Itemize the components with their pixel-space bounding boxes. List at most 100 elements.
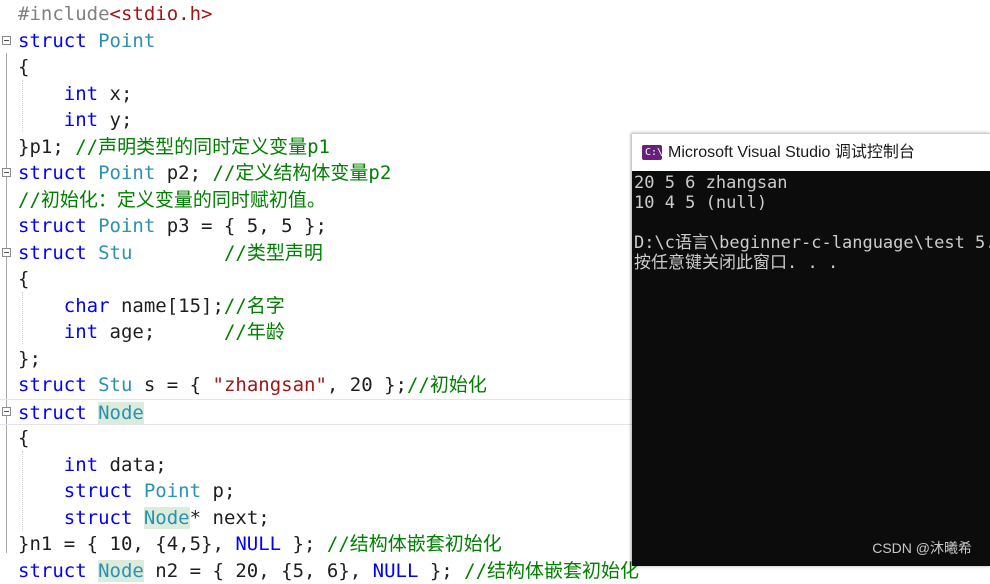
code-line[interactable]: #include<stdio.h> [0,1,990,28]
code-token: p; [201,480,235,502]
code-text: struct Point p3 = { 5, 5 }; [18,213,327,240]
code-text: int data; [18,452,167,479]
code-token: struct [18,162,87,184]
code-text: { [18,54,29,81]
code-text: }n1 = { 10, {4,5}, NULL }; //结构体嵌套初始化 [18,531,502,558]
code-token: //初始化：定义变量的同时赋初值。 [18,189,326,211]
code-token: struct [64,507,133,529]
code-text: }p1; //声明类型的同时定义变量p1 [18,134,330,161]
code-token: y; [98,109,132,131]
code-token: struct [18,374,87,396]
code-text: struct Point [18,28,155,55]
visual-studio-console-icon: C:\ [642,145,662,160]
code-token: Point [98,162,155,184]
code-token: }; [418,560,464,582]
code-text: int x; [18,81,132,108]
code-token [132,242,224,264]
code-token: //年龄 [224,321,285,343]
code-token: n2 = { 20, {5, 6}, [144,560,373,582]
code-token: struct [18,402,87,424]
code-token: Node [98,402,144,424]
code-token [18,109,64,131]
code-token: Point [144,480,201,502]
code-token: }; [18,348,41,370]
code-token: <stdio.h> [110,3,213,25]
code-text: { [18,425,29,452]
code-token [87,30,98,52]
code-text: struct Node [18,400,144,427]
code-line[interactable]: struct Point [0,28,990,55]
console-title: Microsoft Visual Studio 调试控制台 [668,134,915,172]
code-token [18,321,64,343]
code-text: int age; //年龄 [18,319,285,346]
code-token: //类型声明 [224,242,323,264]
code-text: struct Point p; [18,478,235,505]
code-token: struct [64,480,133,502]
code-text: struct Node n2 = { 20, {5, 6}, NULL }; /… [18,558,639,584]
code-token: Stu [98,242,132,264]
code-token: data; [98,454,167,476]
code-line[interactable]: int x; [0,81,990,108]
code-token: int [64,321,98,343]
code-token: //结构体嵌套初始化 [464,560,639,582]
code-token: //结构体嵌套初始化 [327,533,502,555]
code-token [87,242,98,264]
code-text: struct Stu //类型声明 [18,240,323,267]
code-token: { [18,268,29,290]
code-token: }p1; [18,136,75,158]
code-token [18,295,64,317]
watermark-text: CSDN @沐曦希 [872,538,972,558]
code-token: Point [98,215,155,237]
debug-console-window[interactable]: C:\ Microsoft Visual Studio 调试控制台 20 5 6… [632,133,990,566]
code-token: Stu [98,374,132,396]
code-text: #include<stdio.h> [18,1,212,28]
console-line: 10 4 5 (null) [634,193,767,213]
code-token: s = { [132,374,212,396]
code-token [87,215,98,237]
code-text: }; [18,346,41,373]
code-token [87,162,98,184]
code-token [18,480,64,502]
console-titlebar[interactable]: C:\ Microsoft Visual Studio 调试控制台 [632,133,990,171]
console-line: D:\c语言\beginner-c-language\test 5.7\ [634,233,990,253]
console-icon-label: C:\ [645,145,663,160]
code-line[interactable]: int y; [0,107,990,134]
code-text: struct Stu s = { "zhangsan", 20 };//初始化 [18,372,487,399]
code-token: //声明类型的同时定义变量p1 [75,136,330,158]
code-token: NULL [373,560,419,582]
code-token: //初始化 [407,374,487,396]
code-token [87,374,98,396]
code-text: { [18,266,29,293]
code-token: { [18,427,29,449]
code-token: }n1 = { 10, {4,5}, [18,533,235,555]
code-token: char [64,295,110,317]
code-token: x; [98,83,132,105]
code-text: int y; [18,107,132,134]
code-token [132,480,143,502]
code-token: int [64,109,98,131]
console-line: 20 5 6 zhangsan [634,173,788,193]
code-token: * next; [190,507,270,529]
code-token: Node [98,560,144,582]
code-token: age; [98,321,224,343]
code-token: struct [18,30,87,52]
code-token: Point [98,30,155,52]
code-token: //名字 [224,295,285,317]
code-token: int [64,83,98,105]
code-token: #include [18,3,110,25]
code-token: struct [18,560,87,582]
code-token: name[15]; [110,295,224,317]
code-text: struct Node* next; [18,505,270,532]
code-text: char name[15];//名字 [18,293,285,320]
code-token [87,560,98,582]
code-token: struct [18,242,87,264]
code-token [87,402,98,424]
code-line[interactable]: { [0,54,990,81]
console-output[interactable]: 20 5 6 zhangsan 10 4 5 (null) D:\c语言\beg… [632,171,990,566]
code-text: struct Point p2; //定义结构体变量p2 [18,160,391,187]
code-token [18,507,64,529]
code-token: { [18,56,29,78]
code-text: //初始化：定义变量的同时赋初值。 [18,187,326,214]
code-token [18,454,64,476]
code-token [18,83,64,105]
